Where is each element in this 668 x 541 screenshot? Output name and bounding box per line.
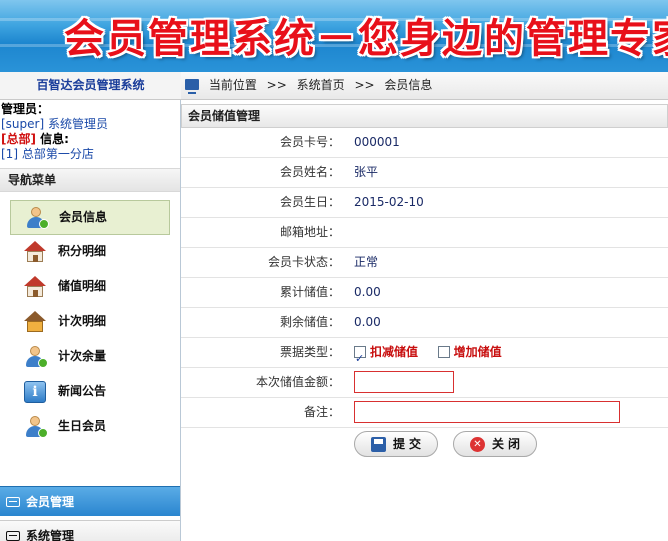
close-button[interactable]: ✕ 关闭 [453,431,537,457]
menu-item-points-detail[interactable]: 积分明细 [10,235,170,270]
add-label[interactable]: 增加储值 [454,345,502,359]
submit-label: 提交 [393,437,426,451]
accordion-label: 会员管理 [26,495,75,509]
field-label: 剩余储值： [279,315,340,329]
location-label: 当前位置 [208,78,257,92]
system-name: 百智达会员管理系统 [0,72,181,100]
name-value: 张平 [354,165,379,179]
total-stored-value: 0.00 [354,285,381,299]
house-icon [24,276,46,298]
field-label: 会员卡状态： [267,255,340,269]
menu-item-birthday-members[interactable]: 生日会员 [10,410,170,445]
menu-item-count-detail[interactable]: 计次明细 [10,305,170,340]
breadcrumb-separator: >> [266,78,287,92]
form-row-email: 邮箱地址： [181,218,668,248]
remaining-stored-value: 0.00 [354,315,381,329]
menu-item-label: 积分明细 [58,244,107,258]
branch-tag: [总部] [1,132,36,146]
sidebar: 管理员： [super] 系统管理员 [总部] 信息: [1] 总部第一分店 导… [0,100,181,541]
field-label: 备注： [303,405,340,419]
form-title: 会员储值管理 [181,104,668,128]
menu-item-label: 新闻公告 [58,384,107,398]
field-label: 会员生日： [279,195,340,209]
computer-icon [185,79,199,94]
member-icon [24,346,48,368]
save-icon [371,437,386,452]
form-row-birthday: 会员生日： 2015-02-10 [181,188,668,218]
nav-menu: 会员信息 积分明细 储值明细 计次明细 计次余量 i 新闻公告 生日会员 [0,200,180,445]
member-icon [24,416,48,438]
accordion-member-management[interactable]: 会员管理 [0,486,180,516]
panel-icon [6,497,20,507]
panel-icon [6,531,20,541]
accordion-system-management[interactable]: 系统管理 [0,520,180,541]
form-row-note: 备注： [181,398,668,428]
amount-input[interactable] [354,371,454,393]
birthday-value: 2015-02-10 [354,195,424,209]
close-icon: ✕ [470,437,485,452]
main-content: 会员储值管理 会员卡号： 000001 会员姓名： 张平 会员生日： 2015-… [181,100,668,541]
info-label: 信息: [35,132,69,146]
menu-item-label: 生日会员 [58,419,107,433]
card-no-value: 000001 [354,135,400,149]
building-icon [24,311,46,333]
breadcrumb-separator: >> [354,78,375,92]
menu-item-stored-value-detail[interactable]: 储值明细 [10,270,170,305]
field-label: 会员姓名： [279,165,340,179]
note-input[interactable] [354,401,620,423]
admin-label: 管理员： [1,102,50,116]
menu-item-label: 储值明细 [58,279,107,293]
nav-menu-title: 导航菜单 [0,168,180,192]
info-icon: i [24,381,46,403]
form-row-name: 会员姓名： 张平 [181,158,668,188]
form-row-ticket-type: 票据类型： 扣减储值 增加储值 [181,338,668,373]
header-banner: 会员管理系统－您身边的管理专家 [0,0,668,72]
menu-item-count-balance[interactable]: 计次余量 [10,340,170,375]
form-row-card-status: 会员卡状态： 正常 [181,248,668,278]
add-checkbox[interactable] [437,345,450,358]
house-icon [24,241,46,263]
form-row-card-no: 会员卡号： 000001 [181,128,668,158]
form-row-remaining-stored: 剩余储值： 0.00 [181,308,668,338]
member-icon [25,207,49,229]
deduct-checkbox[interactable] [354,344,366,373]
form-row-total-stored: 累计储值： 0.00 [181,278,668,308]
location-bar: 当前位置 >> 系统首页 >> 会员信息 [181,72,668,100]
menu-item-member-info[interactable]: 会员信息 [10,200,170,235]
deduct-label[interactable]: 扣减储值 [370,345,418,359]
form-row-amount: 本次储值金额： [181,368,668,398]
ticket-type-options: 扣减储值 增加储值 [354,338,502,373]
menu-item-label: 计次明细 [58,314,107,328]
branch-value: [1] 总部第一分店 [1,147,94,161]
card-status-value: 正常 [354,255,379,269]
field-label: 累计储值： [279,285,340,299]
user-info: 管理员： [super] 系统管理员 [总部] 信息: [1] 总部第一分店 [0,100,180,162]
menu-item-label: 会员信息 [59,210,108,224]
field-label: 会员卡号： [279,135,340,149]
field-label: 票据类型： [279,345,340,359]
field-label: 本次储值金额： [255,375,340,389]
admin-value: [super] 系统管理员 [1,117,108,131]
close-label: 关闭 [492,437,525,451]
submit-button[interactable]: 提交 [354,431,438,457]
banner-title: 会员管理系统－您身边的管理专家 [64,16,668,62]
field-label: 邮箱地址： [279,225,340,239]
accordion-label: 系统管理 [26,529,75,541]
menu-item-label: 计次余量 [58,349,107,363]
breadcrumb-current: 会员信息 [384,78,433,92]
menu-item-news[interactable]: i 新闻公告 [10,375,170,410]
breadcrumb-home[interactable]: 系统首页 [297,78,345,92]
